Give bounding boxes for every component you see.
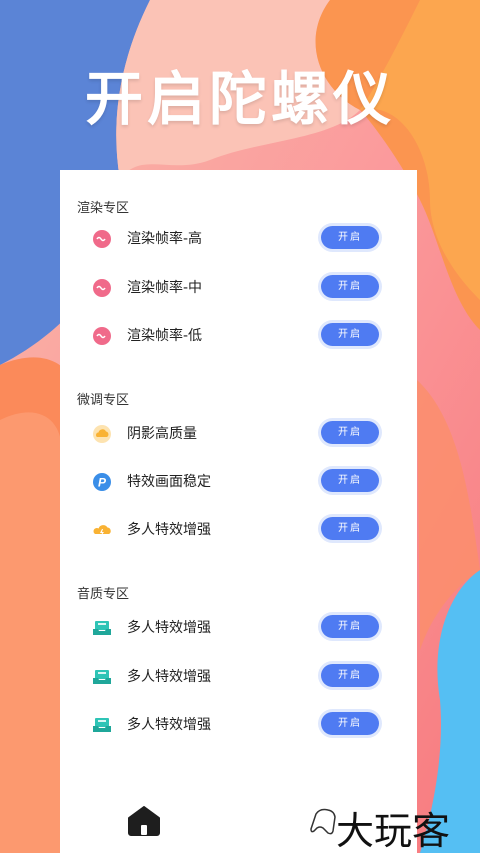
section-title-render: 渲染专区: [77, 201, 130, 216]
inbox-icon: [93, 670, 111, 684]
page-title: 开启陀螺仪: [84, 65, 395, 133]
enable-button[interactable]: 开启: [321, 323, 379, 346]
item-label: 阴影高质量: [127, 426, 197, 442]
list-item: 阴影高质量 开启: [60, 414, 417, 454]
list-item: 渲染帧率-低 开启: [60, 316, 417, 356]
item-label: 多人特效增强: [127, 620, 211, 636]
item-label: 特效画面稳定: [127, 474, 211, 490]
item-label: 多人特效增强: [127, 669, 211, 685]
inbox-icon: [93, 718, 111, 732]
enable-button[interactable]: 开启: [321, 712, 379, 735]
cloud-icon: [93, 425, 111, 443]
list-item: 渲染帧率-高 开启: [60, 219, 417, 259]
pink-badge-icon: [93, 230, 111, 248]
pink-badge-icon: [93, 327, 111, 345]
list-item: 多人特效增强 开启: [60, 657, 417, 697]
enable-button[interactable]: 开启: [321, 615, 379, 638]
item-label: 多人特效增强: [127, 717, 211, 733]
list-item: 多人特效增强 开启: [60, 705, 417, 745]
section-title-tuning: 微调专区: [77, 393, 130, 408]
item-label: 多人特效增强: [127, 522, 211, 538]
list-item: P 特效画面稳定 开启: [60, 462, 417, 502]
enable-button[interactable]: 开启: [321, 664, 379, 687]
item-label: 渲染帧率-高: [127, 231, 203, 247]
list-item: 多人特效增强 开启: [60, 608, 417, 648]
item-label: 渲染帧率-中: [127, 280, 203, 296]
p-badge-icon: P: [93, 473, 111, 491]
watermark-text: 大玩客: [336, 809, 451, 853]
pink-badge-icon: [93, 279, 111, 297]
list-item: 多人特效增强 开启: [60, 510, 417, 550]
svg-text:P: P: [98, 476, 107, 490]
storm-cloud-icon: [93, 525, 111, 536]
enable-button[interactable]: 开启: [321, 421, 379, 444]
home-icon[interactable]: [127, 806, 161, 836]
inbox-icon: [93, 621, 111, 635]
settings-panel: 渲染专区 渲染帧率-高 开启 渲染帧率-中 开启 渲染帧率-低 开启 微调专区 …: [60, 170, 417, 853]
enable-button[interactable]: 开启: [321, 226, 379, 249]
enable-button[interactable]: 开启: [321, 275, 379, 298]
enable-button[interactable]: 开启: [321, 517, 379, 540]
enable-button[interactable]: 开启: [321, 469, 379, 492]
section-title-audio: 音质专区: [77, 587, 130, 602]
list-item: 渲染帧率-中 开启: [60, 268, 417, 308]
item-label: 渲染帧率-低: [127, 328, 203, 344]
